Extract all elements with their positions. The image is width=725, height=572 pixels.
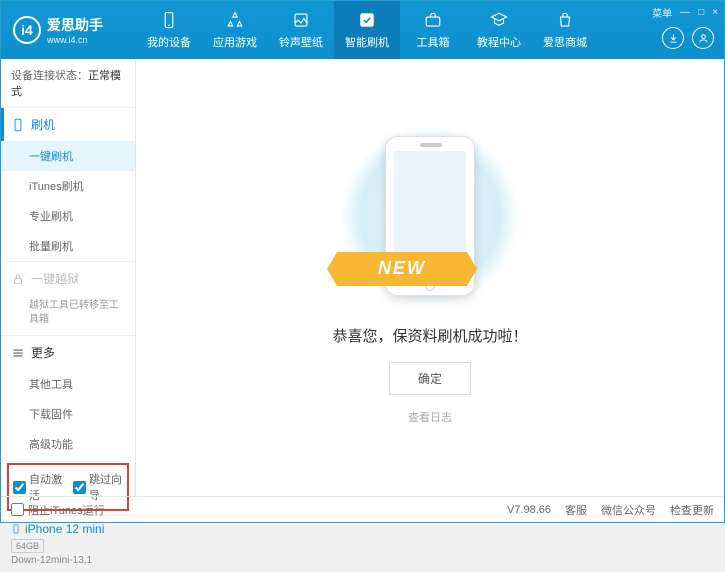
view-log-link[interactable]: 查看日志	[408, 409, 452, 425]
minimize-button[interactable]: —	[680, 7, 690, 18]
header-actions	[662, 27, 714, 49]
toolbox-icon	[423, 10, 443, 30]
close-button[interactable]: ×	[712, 7, 718, 18]
nav-tutorials[interactable]: 教程中心	[466, 1, 532, 59]
lock-icon	[11, 272, 25, 286]
sidebar-pro-flash[interactable]: 专业刷机	[1, 201, 135, 231]
sidebar-oneclick-flash[interactable]: 一键刷机	[1, 141, 135, 171]
sidebar-batch-flash[interactable]: 批量刷机	[1, 231, 135, 261]
menu-icon	[11, 346, 25, 360]
success-illustration: NEW	[355, 131, 505, 311]
sidebar-advanced[interactable]: 高级功能	[1, 429, 135, 459]
check-update-link[interactable]: 检查更新	[670, 502, 714, 518]
device-icon	[11, 522, 21, 536]
wechat-link[interactable]: 微信公众号	[601, 502, 656, 518]
tutorials-icon	[489, 10, 509, 30]
connection-status: 设备连接状态：正常模式	[1, 59, 135, 107]
footer: 阻止iTunes运行 V7.98.66 客服 微信公众号 检查更新	[1, 496, 724, 522]
window-controls: 菜单 — □ ×	[652, 5, 718, 20]
new-badge: NEW	[337, 252, 467, 286]
device-icon	[159, 10, 179, 30]
logo-area: i4 爱思助手 www.i4.cn	[1, 15, 136, 45]
version-label: V7.98.66	[507, 504, 551, 516]
device-info[interactable]: iPhone 12 mini 64GB Down-12mini-13,1	[1, 515, 135, 572]
store-icon	[555, 10, 575, 30]
jailbreak-note: 越狱工具已转移至工具箱	[1, 295, 135, 335]
app-title: 爱思助手	[47, 15, 103, 35]
nav-flash[interactable]: 智能刷机	[334, 1, 400, 59]
app-subtitle: www.i4.cn	[47, 35, 103, 45]
device-model: Down-12mini-13,1	[11, 555, 125, 566]
download-button[interactable]	[662, 27, 684, 49]
ok-button[interactable]: 确定	[389, 362, 471, 395]
sidebar-jailbreak-header: 一键越狱	[1, 262, 135, 295]
phone-icon	[11, 118, 25, 132]
block-itunes-checkbox[interactable]: 阻止iTunes运行	[11, 502, 105, 518]
main-nav: 我的设备 应用游戏 铃声壁纸 智能刷机 工具箱 教程中心 爱思商城	[136, 1, 598, 59]
sidebar-other-tools[interactable]: 其他工具	[1, 369, 135, 399]
sidebar-flash-header[interactable]: 刷机	[1, 108, 135, 141]
nav-apps[interactable]: 应用游戏	[202, 1, 268, 59]
nav-ringtones[interactable]: 铃声壁纸	[268, 1, 334, 59]
nav-toolbox[interactable]: 工具箱	[400, 1, 466, 59]
user-button[interactable]	[692, 27, 714, 49]
nav-store[interactable]: 爱思商城	[532, 1, 598, 59]
app-window: i4 爱思助手 www.i4.cn 我的设备 应用游戏 铃声壁纸 智能刷机 工具…	[0, 0, 725, 523]
wallpaper-icon	[291, 10, 311, 30]
titlebar: i4 爱思助手 www.i4.cn 我的设备 应用游戏 铃声壁纸 智能刷机 工具…	[1, 1, 724, 59]
nav-my-device[interactable]: 我的设备	[136, 1, 202, 59]
sidebar-download-firmware[interactable]: 下载固件	[1, 399, 135, 429]
body: 设备连接状态：正常模式 刷机 一键刷机 iTunes刷机 专业刷机 批量刷机 一…	[1, 59, 724, 496]
flash-icon	[357, 10, 377, 30]
main-content: NEW 恭喜您，保资料刷机成功啦！ 确定 查看日志	[136, 59, 724, 496]
menu-button[interactable]: 菜单	[652, 5, 672, 20]
customer-service-link[interactable]: 客服	[565, 502, 587, 518]
device-storage: 64GB	[11, 539, 44, 553]
sidebar: 设备连接状态：正常模式 刷机 一键刷机 iTunes刷机 专业刷机 批量刷机 一…	[1, 59, 136, 496]
logo-icon: i4	[13, 16, 41, 44]
apps-icon	[225, 10, 245, 30]
success-message: 恭喜您，保资料刷机成功啦！	[332, 325, 527, 346]
sidebar-more-header[interactable]: 更多	[1, 336, 135, 369]
device-name: iPhone 12 mini	[11, 522, 125, 536]
sidebar-itunes-flash[interactable]: iTunes刷机	[1, 171, 135, 201]
maximize-button[interactable]: □	[698, 7, 704, 18]
